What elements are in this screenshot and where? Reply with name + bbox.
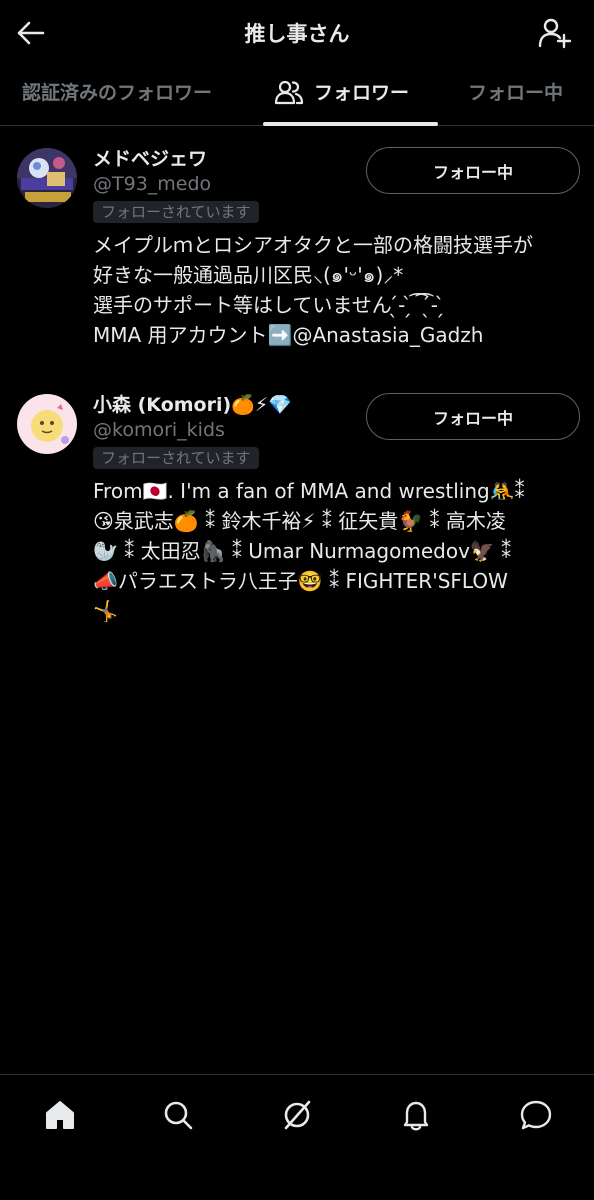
bio-line: メイプルｍとロシアオタクと一部の格闘技選手が: [93, 233, 533, 257]
bio-line: From🇯🇵. I'm a fan of MMA and wrestling🤼⁑: [93, 479, 525, 503]
tab-verified-followers[interactable]: 認証済みのフォロワー: [22, 78, 212, 105]
add-user-icon: [538, 18, 572, 49]
nav-search[interactable]: [156, 1093, 200, 1137]
nav-grok[interactable]: [275, 1093, 319, 1137]
bio-line: 好きな一般通過品川区民⸜(๑'ᵕ'๑)⸝*: [93, 263, 404, 287]
nav-home[interactable]: [38, 1093, 82, 1137]
messages-icon: [520, 1100, 552, 1130]
follows-you-badge: フォローされています: [93, 447, 259, 469]
user-bio: メイプルｍとロシアオタクと一部の格闘技選手が 好きな一般通過品川区民⸜(๑'ᵕ'…: [93, 230, 573, 350]
user-name: メドベジェワ: [93, 148, 208, 170]
tab-followers-label: フォロワー: [314, 82, 410, 104]
page-title: 推し事さん: [244, 22, 350, 46]
active-tab-indicator: [263, 122, 438, 126]
user-name: 小森 (Komori)🍊⚡💎: [93, 394, 292, 416]
user-bio: From🇯🇵. I'm a fan of MMA and wrestling🤼⁑…: [93, 476, 573, 626]
user-handle: @T93_medo: [93, 173, 212, 195]
bio-line: 🦭 ⁑ 太田忍🦍 ⁑ Umar Nurmagomedov🦅 ⁑: [93, 539, 512, 563]
people-icon: [274, 80, 304, 104]
top-bar: 推し事さん: [0, 0, 594, 68]
tab-followers[interactable]: フォロワー: [274, 78, 409, 105]
user-handle: @komori_kids: [93, 419, 225, 441]
avatar[interactable]: [17, 394, 77, 454]
tab-bar: 認証済みのフォロワー フォロワー フォロー中: [0, 68, 594, 126]
following-button[interactable]: フォロー中: [366, 393, 580, 440]
bio-line: MMA 用アカウント➡️@Anastasia_Gadzh: [93, 323, 484, 347]
bio-line: 選手のサポート等はしていません ̖́- ̗̀ ͡ ͡ ̖́- ̗̀: [93, 293, 445, 317]
nav-messages[interactable]: [514, 1093, 558, 1137]
nav-notifications[interactable]: [394, 1093, 438, 1137]
bio-line: 📣パラエストラ八王子🤓 ⁑ FIGHTER'SFLOW: [93, 569, 508, 593]
add-user-button[interactable]: [536, 14, 574, 52]
avatar[interactable]: [17, 148, 77, 208]
bottom-nav: [0, 1074, 594, 1200]
grok-icon: [284, 1100, 311, 1130]
notifications-icon: [403, 1101, 429, 1131]
following-button[interactable]: フォロー中: [366, 147, 580, 194]
search-icon: [164, 1101, 193, 1130]
bio-line: 😘泉武志🍊 ⁑ 鈴木千裕⚡ ⁑ 征矢貴🐓 ⁑ 高木凌: [93, 509, 506, 533]
tab-following[interactable]: フォロー中: [468, 78, 563, 105]
home-icon: [46, 1101, 74, 1129]
follows-you-badge: フォローされています: [93, 201, 259, 223]
bio-line: 🤸: [93, 599, 118, 623]
